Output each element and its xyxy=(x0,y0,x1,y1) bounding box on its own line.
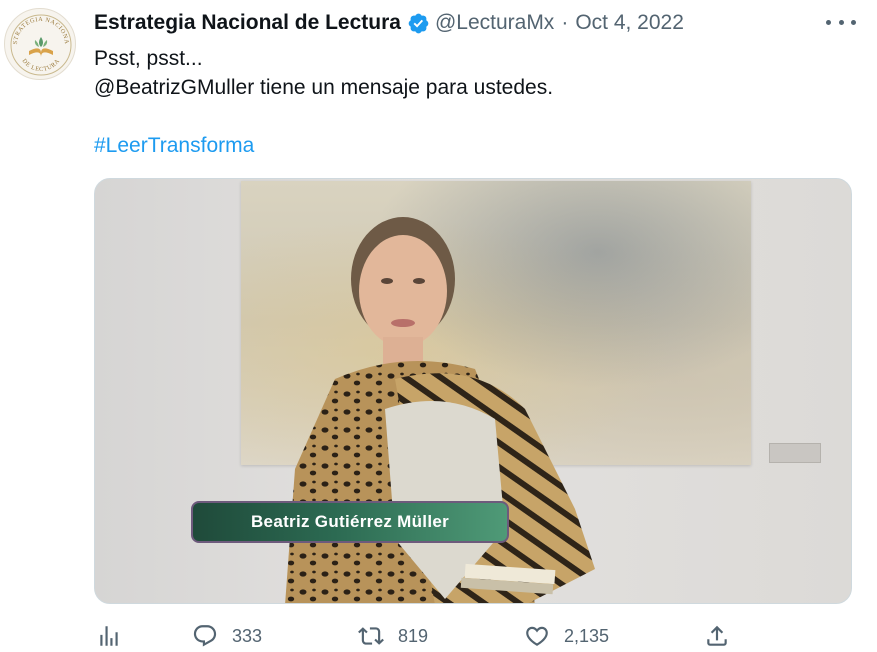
reply-icon xyxy=(193,625,217,647)
share-button[interactable] xyxy=(704,620,730,652)
hashtag-link[interactable]: #LeerTransforma xyxy=(94,131,553,160)
share-icon xyxy=(707,625,727,646)
avatar-text-bottom: DE LECTURA xyxy=(21,58,61,73)
like-icon xyxy=(526,626,548,646)
tweet-date[interactable]: Oct 4, 2022 xyxy=(575,11,684,35)
svg-text:DE LECTURA: DE LECTURA xyxy=(21,58,62,73)
tweet[interactable]: ESTRATEGIA NACIONAL DE LECTURA Estrategi… xyxy=(0,0,877,652)
tweet-header: Estrategia Nacional de Lectura @LecturaM… xyxy=(94,8,684,38)
tweet-text: Psst, psst... @BeatrizGMuller tiene un m… xyxy=(94,44,553,160)
like-button[interactable]: 2,135 xyxy=(524,620,609,652)
author-handle[interactable]: @LecturaMx xyxy=(435,11,554,35)
retweet-button[interactable]: 819 xyxy=(358,620,428,652)
reply-button[interactable]: 333 xyxy=(192,620,262,652)
verified-badge-icon xyxy=(408,13,429,33)
video-caption: Beatriz Gutiérrez Müller xyxy=(191,501,509,543)
retweet-count: 819 xyxy=(398,625,429,646)
analytics-icon xyxy=(100,626,118,646)
video-person xyxy=(285,217,595,603)
like-count: 2,135 xyxy=(564,625,610,646)
video-player[interactable]: Beatriz Gutiérrez Müller xyxy=(94,178,852,604)
reply-count: 333 xyxy=(232,625,263,646)
avatar-logo-icon: ESTRATEGIA NACIONAL DE LECTURA xyxy=(5,9,72,76)
video-placard xyxy=(769,443,821,463)
analytics-button[interactable] xyxy=(96,620,122,652)
avatar[interactable]: ESTRATEGIA NACIONAL DE LECTURA xyxy=(4,8,76,80)
avatar-text-top: ESTRATEGIA NACIONAL xyxy=(5,9,69,45)
retweet-icon xyxy=(358,627,384,645)
more-icon[interactable] xyxy=(826,12,856,32)
svg-text:ESTRATEGIA NACIONAL: ESTRATEGIA NACIONAL xyxy=(5,9,70,45)
author-name[interactable]: Estrategia Nacional de Lectura xyxy=(94,11,401,35)
header-separator: · xyxy=(561,11,569,34)
action-bar: 333 819 2,135 xyxy=(94,620,854,652)
tweet-text-line: Psst, psst... xyxy=(94,47,203,70)
tweet-text-line: @BeatrizGMuller tiene un mensaje para us… xyxy=(94,76,554,99)
